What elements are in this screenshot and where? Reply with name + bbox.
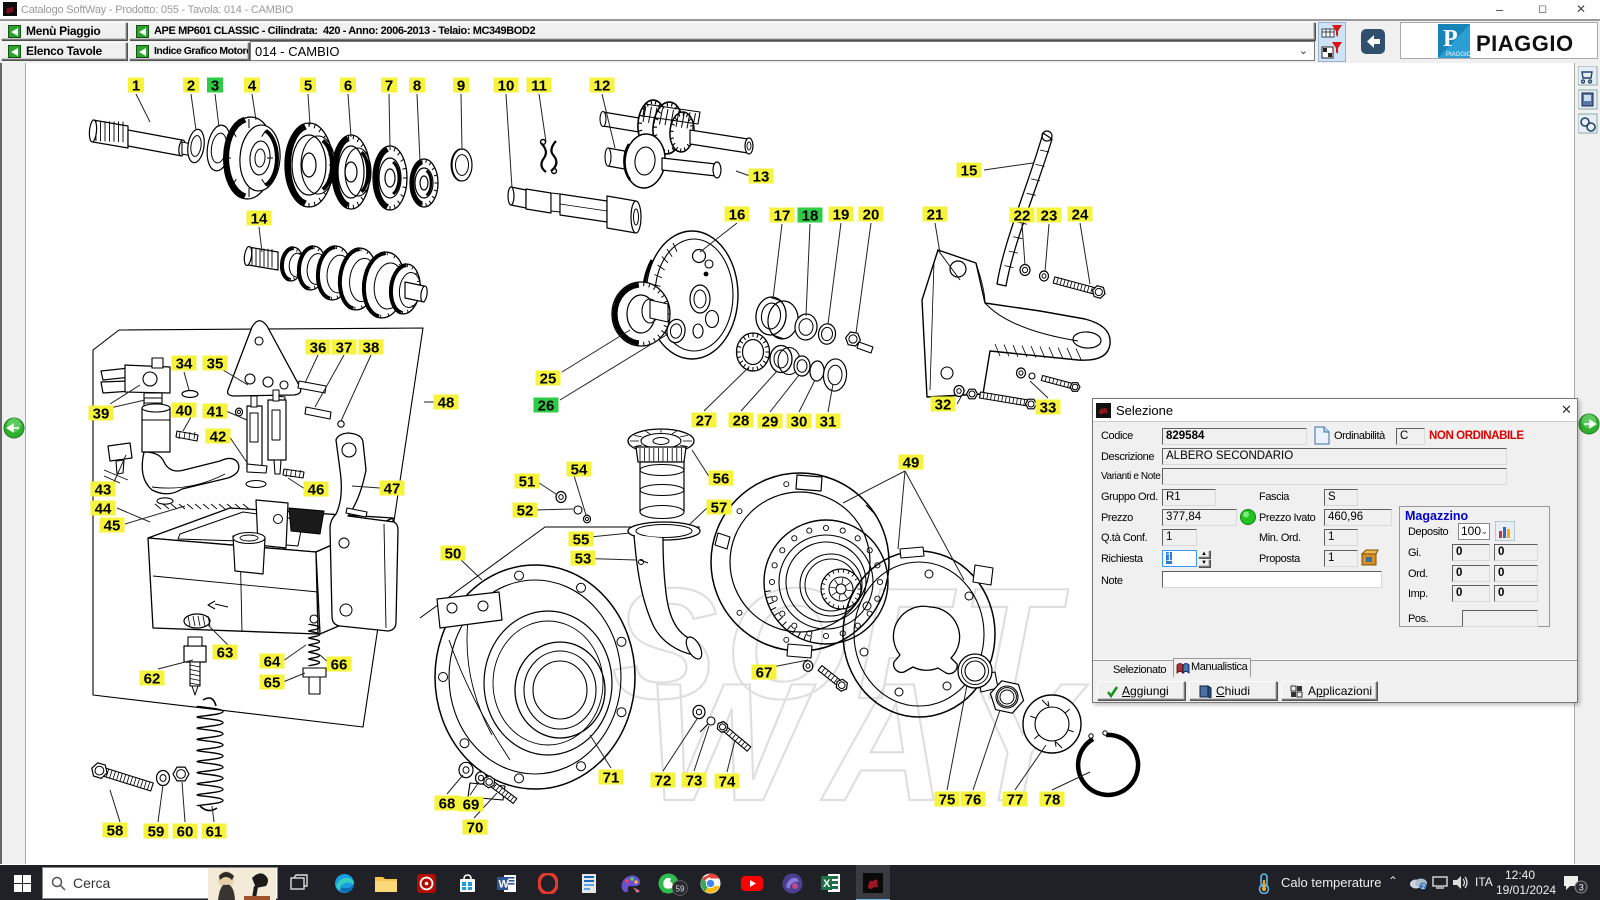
svg-text:55: 55	[573, 532, 590, 549]
svg-text:PIAGGIO: PIAGGIO	[1446, 52, 1470, 58]
svg-text:32: 32	[935, 397, 952, 414]
svg-text:63: 63	[217, 645, 234, 662]
svg-text:24: 24	[1072, 207, 1089, 224]
svg-text:10: 10	[498, 78, 515, 95]
svg-text:27: 27	[696, 413, 713, 430]
svg-text:74: 74	[719, 774, 736, 791]
svg-text:P: P	[1443, 26, 1458, 52]
svg-text:57: 57	[711, 500, 728, 517]
svg-text:38: 38	[363, 340, 380, 357]
svg-text:18: 18	[802, 208, 819, 225]
svg-text:42: 42	[210, 429, 227, 446]
svg-text:28: 28	[733, 413, 750, 430]
svg-text:34: 34	[176, 356, 193, 373]
svg-text:14: 14	[251, 211, 268, 228]
svg-text:16: 16	[729, 207, 746, 224]
svg-text:12: 12	[594, 78, 611, 95]
svg-text:23: 23	[1041, 208, 1058, 225]
svg-text:46: 46	[308, 482, 325, 499]
svg-text:58: 58	[107, 823, 124, 840]
svg-text:9: 9	[457, 78, 465, 95]
svg-text:78: 78	[1044, 792, 1061, 809]
svg-text:13: 13	[753, 169, 770, 186]
svg-text:5: 5	[304, 78, 312, 95]
svg-text:37: 37	[336, 340, 353, 357]
svg-text:62: 62	[144, 671, 161, 688]
svg-text:36: 36	[310, 340, 327, 357]
svg-text:70: 70	[467, 820, 484, 837]
svg-text:72: 72	[655, 773, 672, 790]
svg-text:1: 1	[132, 78, 140, 95]
svg-text:67: 67	[756, 665, 773, 682]
svg-text:W: W	[499, 879, 510, 891]
svg-text:43: 43	[95, 482, 112, 499]
svg-text:61: 61	[206, 824, 223, 841]
svg-text:59: 59	[676, 885, 685, 894]
svg-text:76: 76	[965, 792, 982, 809]
svg-text:6: 6	[344, 78, 352, 95]
svg-text:20: 20	[863, 207, 880, 224]
svg-text:17: 17	[774, 208, 791, 225]
svg-text:44: 44	[95, 501, 112, 518]
svg-text:15: 15	[961, 163, 978, 180]
svg-text:60: 60	[177, 824, 194, 841]
svg-text:68: 68	[439, 796, 456, 813]
svg-text:30: 30	[791, 414, 808, 431]
svg-text:2: 2	[187, 78, 195, 95]
svg-text:47: 47	[384, 481, 401, 498]
svg-text:53: 53	[575, 551, 592, 568]
svg-text:69: 69	[463, 797, 480, 814]
svg-text:19: 19	[833, 207, 850, 224]
svg-text:45: 45	[104, 518, 121, 535]
svg-text:11: 11	[531, 78, 547, 95]
svg-text:65: 65	[264, 675, 281, 692]
svg-text:49: 49	[903, 455, 920, 472]
svg-text:31: 31	[820, 414, 837, 431]
svg-text:4: 4	[248, 78, 257, 95]
svg-text:7: 7	[385, 78, 393, 95]
svg-text:48: 48	[438, 395, 455, 412]
svg-text:51: 51	[519, 474, 536, 491]
svg-text:25: 25	[540, 371, 557, 388]
svg-text:22: 22	[1014, 208, 1031, 225]
svg-text:X: X	[823, 878, 831, 890]
svg-text:64: 64	[264, 654, 281, 671]
svg-text:35: 35	[207, 356, 224, 373]
svg-text:73: 73	[686, 773, 703, 790]
svg-text:26: 26	[538, 398, 555, 415]
svg-text:77: 77	[1007, 792, 1024, 809]
svg-text:40: 40	[176, 403, 193, 420]
svg-text:71: 71	[603, 770, 620, 787]
svg-text:52: 52	[517, 503, 534, 520]
svg-text:21: 21	[927, 207, 944, 224]
svg-text:66: 66	[331, 657, 348, 674]
svg-text:39: 39	[93, 406, 110, 423]
svg-text:75: 75	[939, 792, 956, 809]
svg-text:41: 41	[207, 404, 224, 421]
svg-text:50: 50	[445, 546, 462, 563]
svg-text:29: 29	[762, 414, 779, 431]
svg-text:2: 2	[1421, 884, 1425, 890]
svg-text:8: 8	[413, 78, 421, 95]
svg-text:54: 54	[571, 462, 588, 479]
svg-text:56: 56	[713, 471, 730, 488]
svg-text:59: 59	[148, 824, 165, 841]
svg-text:33: 33	[1040, 400, 1057, 417]
svg-text:3: 3	[1579, 883, 1584, 893]
svg-text:3: 3	[211, 78, 219, 95]
